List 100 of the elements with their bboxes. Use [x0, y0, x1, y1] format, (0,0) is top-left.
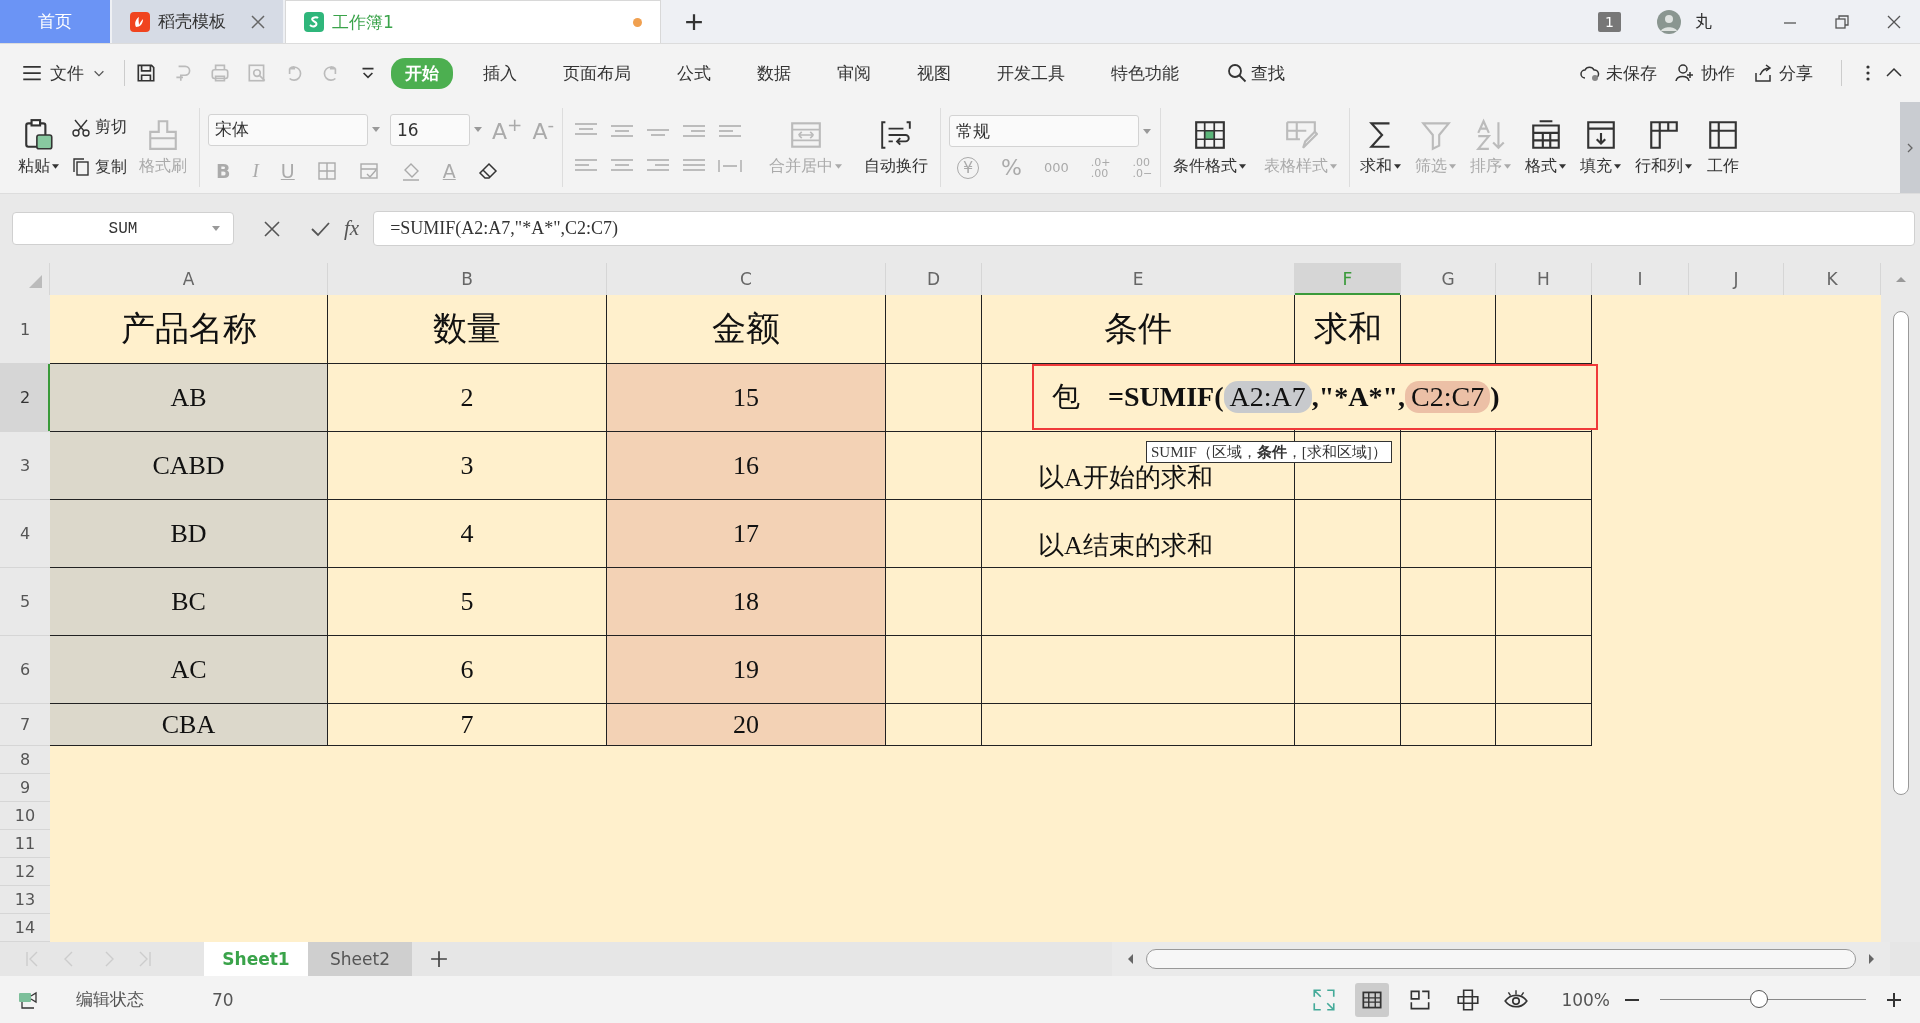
table-cell: 数量 — [328, 295, 607, 364]
ribbon-tab[interactable]: 开发工具 — [981, 57, 1081, 89]
add-sheet-icon[interactable] — [430, 950, 448, 968]
row-header[interactable]: 5 — [0, 568, 50, 636]
share-icon[interactable] — [1753, 63, 1773, 83]
clipboard-button[interactable]: 剪切 — [71, 117, 127, 139]
table-cell: 18 — [607, 568, 886, 636]
ribbon-tab[interactable]: 公式 — [661, 57, 727, 89]
file-menu[interactable]: 文件 — [50, 61, 84, 85]
caret-icon[interactable] — [1685, 164, 1693, 169]
toolbar-action[interactable]: 未保存 — [1606, 61, 1657, 85]
copy-icon — [71, 157, 91, 178]
ribbon-button[interactable]: 条件格式 — [1169, 116, 1251, 179]
normal-view-icon[interactable] — [1355, 982, 1390, 1017]
font-size-field[interactable]: 16 — [390, 113, 470, 146]
ribbon-button[interactable]: 求和 — [1358, 116, 1404, 179]
search-icon[interactable] — [1227, 63, 1247, 83]
zoom-level[interactable]: 100% — [1561, 989, 1610, 1010]
table-cell: AC — [50, 636, 328, 704]
caret-icon[interactable] — [1394, 164, 1402, 169]
toolbar-action[interactable]: 协作 — [1701, 61, 1735, 85]
font-name-field[interactable]: 宋体 — [208, 113, 368, 146]
ribbon-button[interactable]: 格式 — [1523, 116, 1569, 179]
sheet-tab[interactable]: Sheet2 — [308, 942, 412, 976]
ribbon-tab[interactable]: 审阅 — [821, 57, 887, 89]
formula-text: ,"*A*", — [1311, 381, 1406, 413]
ribbon-tab[interactable]: 页面布局 — [547, 57, 647, 89]
ribbon-button[interactable]: 自动换行 — [860, 116, 933, 179]
table-cell: 以A结束的求和 — [982, 500, 1295, 568]
row-header[interactable]: 3 — [0, 432, 50, 500]
brush-icon — [146, 118, 180, 152]
caret-icon[interactable] — [1559, 164, 1567, 169]
eraser-icon[interactable] — [477, 160, 498, 181]
avatar-icon[interactable] — [1657, 9, 1681, 34]
column-header[interactable]: H — [1496, 263, 1592, 295]
row-header[interactable]: 4 — [0, 500, 50, 568]
chevron-right-icon[interactable] — [1906, 141, 1914, 154]
zoom-in-icon[interactable] — [1886, 991, 1902, 1008]
caret-icon[interactable] — [1614, 164, 1622, 169]
scroll-left-icon[interactable] — [1126, 954, 1134, 964]
column-header[interactable]: I — [1592, 263, 1689, 295]
row-header[interactable]: 9 — [0, 774, 50, 802]
cell-editor[interactable]: 包 =SUMIF( A2:A7 ,"*A*", C2:C7 ) — [1032, 364, 1598, 430]
ribbon-button[interactable]: 工作 — [1704, 116, 1743, 179]
new-tab-icon[interactable] — [685, 12, 703, 31]
add-person-icon[interactable] — [1675, 63, 1695, 83]
zoom-slider-thumb[interactable] — [1749, 990, 1768, 1008]
table-cell: BC — [50, 568, 328, 636]
caret-icon[interactable] — [1239, 164, 1247, 169]
close-icon[interactable] — [251, 14, 265, 29]
cancel-icon[interactable] — [262, 218, 282, 239]
column-header[interactable]: B — [328, 263, 607, 295]
row-header[interactable]: 12 — [0, 858, 50, 886]
row-header[interactable]: 14 — [0, 914, 50, 942]
column-header[interactable]: J — [1689, 263, 1784, 295]
cell-text: 包 — [1052, 380, 1080, 414]
formula-text: =SUMIF( — [1108, 381, 1224, 413]
row-header[interactable]: 2 — [0, 364, 50, 432]
user-name[interactable]: 丸 — [1695, 10, 1712, 33]
column-header[interactable]: A — [50, 263, 328, 295]
document-tab[interactable]: 工作簿1 — [285, 0, 661, 43]
row-header[interactable]: 11 — [0, 830, 50, 858]
ribbon-tab[interactable]: 特色功能 — [1095, 57, 1195, 89]
ribbon-tab[interactable]: 数据 — [741, 57, 807, 89]
search-button[interactable]: 查找 — [1251, 61, 1285, 85]
ribbon-button[interactable]: 行和列 — [1633, 116, 1695, 179]
toolbar-action[interactable]: 分享 — [1779, 61, 1813, 85]
row-header[interactable]: 10 — [0, 802, 50, 830]
clipboard-button[interactable]: 复制 — [71, 156, 127, 178]
column-header[interactable]: D — [886, 263, 982, 295]
ribbon-button[interactable]: 填充 — [1578, 116, 1624, 179]
range-reference: C2:C7 — [1405, 381, 1491, 413]
clipboard-button[interactable]: 粘贴 — [14, 116, 63, 179]
scrollbar-thumb[interactable] — [1892, 311, 1909, 795]
close-icon[interactable] — [1886, 13, 1902, 30]
scrollbar-thumb[interactable] — [1146, 949, 1856, 969]
scroll-right-icon[interactable] — [1868, 954, 1876, 964]
column-header[interactable]: C — [607, 263, 886, 295]
cloud-icon[interactable] — [1580, 63, 1600, 83]
row-header[interactable]: 1 — [0, 295, 50, 364]
cell-style-icon[interactable] — [358, 160, 379, 181]
formula-field[interactable]: =SUMIF(A2:A7,"*A*",C2:C7) — [373, 211, 1915, 246]
save-icon[interactable] — [135, 62, 157, 84]
row-header[interactable]: 7 — [0, 704, 50, 746]
row-header[interactable]: 13 — [0, 886, 50, 914]
number-format-field[interactable]: 常规 — [949, 115, 1140, 147]
flame-icon — [130, 11, 150, 32]
restore-icon[interactable] — [1834, 13, 1850, 30]
caret-icon[interactable] — [52, 164, 59, 169]
row-header[interactable]: 8 — [0, 746, 50, 774]
insert-function-button[interactable]: fx — [344, 216, 360, 241]
window-count-badge[interactable]: 1 — [1598, 11, 1621, 32]
sheet-tab[interactable]: Sheet1 — [204, 942, 308, 976]
menu-icon[interactable] — [22, 63, 42, 83]
ribbon-tab[interactable]: 插入 — [467, 57, 533, 89]
ribbon-tab[interactable]: 视图 — [901, 57, 967, 89]
name-box[interactable]: SUM — [12, 212, 234, 245]
row-header[interactable]: 6 — [0, 636, 50, 704]
document-tab[interactable]: 稻壳模板 — [112, 0, 285, 43]
column-header[interactable]: G — [1401, 263, 1496, 295]
